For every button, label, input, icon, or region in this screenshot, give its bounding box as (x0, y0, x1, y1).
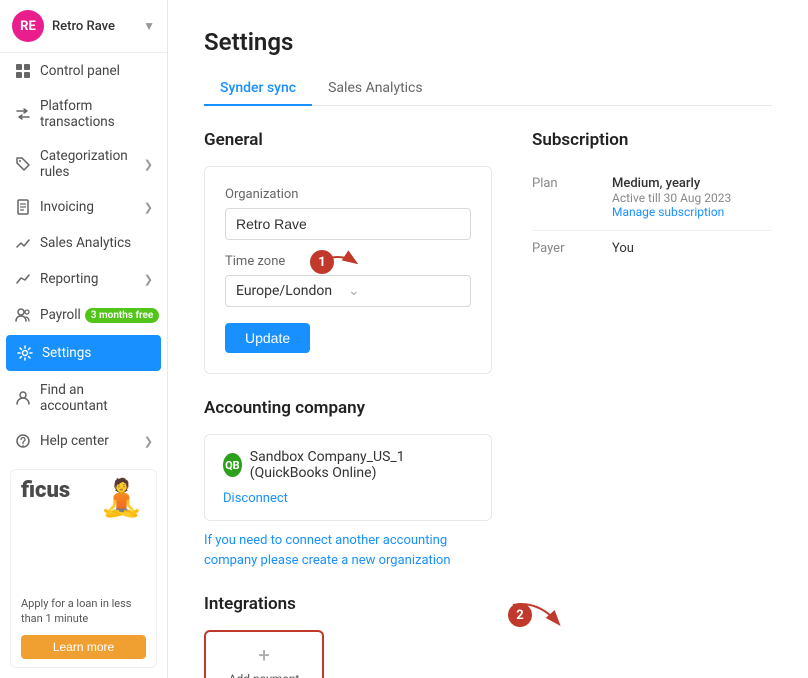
manage-subscription-link[interactable]: Manage subscription (612, 205, 724, 219)
disconnect-link[interactable]: Disconnect (223, 491, 288, 506)
chevron-right-icon: ❯ (144, 201, 153, 214)
accounting-info-text: If you need to connect another accountin… (204, 531, 492, 570)
receipt-icon (14, 198, 32, 216)
subscription-payer-row: Payer You (532, 231, 772, 266)
sidebar-item-label: Platform transactions (40, 98, 153, 130)
company-name: Retro Rave (52, 19, 143, 34)
company-name: Sandbox Company_US_1 (QuickBooks Online) (250, 449, 473, 481)
sidebar-item-label: Reporting (40, 271, 144, 287)
chevron-right-icon: ❯ (144, 158, 153, 171)
content-row: General Organization Time zone Europe/Lo… (204, 130, 772, 678)
add-platform-label: Add payment platform (206, 671, 322, 678)
sidebar-item-label: Find an accountant (40, 382, 153, 414)
tab-sales-analytics[interactable]: Sales Analytics (312, 72, 439, 106)
accounting-company-row: QB Sandbox Company_US_1 (QuickBooks Onli… (223, 449, 473, 481)
tag-icon (14, 155, 32, 173)
sidebar-item-categorization-rules[interactable]: Categorization rules ❯ (0, 139, 167, 189)
sidebar: RE Retro Rave ▼ Control panel Platform t… (0, 0, 168, 678)
timezone-select[interactable]: Europe/London ⌄ (225, 275, 471, 307)
sidebar-item-sales-analytics[interactable]: Sales Analytics (0, 225, 167, 261)
content-right: Subscription Plan Medium, yearly Active … (532, 130, 772, 678)
page-title: Settings (204, 28, 772, 56)
sidebar-item-platform-transactions[interactable]: Platform transactions (0, 89, 167, 139)
chevron-right-icon: ❯ (144, 435, 153, 448)
timezone-value: Europe/London (236, 283, 348, 299)
company-header[interactable]: RE Retro Rave ▼ (0, 0, 167, 53)
plan-date: Active till 30 Aug 2023 (612, 191, 772, 205)
sidebar-item-control-panel[interactable]: Control panel (0, 53, 167, 89)
sidebar-item-label: Settings (42, 345, 151, 361)
sidebar-item-label: Help center (40, 433, 144, 449)
chevron-down-icon: ⌄ (348, 283, 460, 299)
person-icon (14, 389, 32, 407)
subscription-section: Plan Medium, yearly Active till 30 Aug 2… (532, 166, 772, 266)
accounting-title: Accounting company (204, 398, 492, 418)
exchange-icon (14, 105, 32, 123)
integrations-section: Integrations + Add payment platform (204, 594, 492, 678)
payer-label: Payer (532, 241, 612, 256)
step-2-circle: 2 (508, 603, 532, 627)
step-1-circle: 1 (310, 250, 334, 274)
learn-more-button[interactable]: Learn more (21, 635, 146, 659)
general-title: General (204, 130, 492, 150)
content-left: General Organization Time zone Europe/Lo… (204, 130, 492, 678)
sidebar-item-invoicing[interactable]: Invoicing ❯ (0, 189, 167, 225)
quickbooks-icon: QB (223, 453, 242, 477)
grid-icon (14, 62, 32, 80)
plan-value: Medium, yearly Active till 30 Aug 2023 M… (612, 176, 772, 220)
promo-card: ficus 🧘 Apply for a loan in less than 1 … (10, 469, 157, 668)
plan-name: Medium, yearly (612, 176, 772, 191)
plan-label: Plan (532, 176, 612, 220)
sidebar-item-label: Sales Analytics (40, 235, 153, 251)
avatar: RE (12, 10, 44, 42)
subscription-title: Subscription (532, 130, 772, 150)
accounting-box: QB Sandbox Company_US_1 (QuickBooks Onli… (204, 434, 492, 521)
sidebar-item-payroll[interactable]: Payroll 3 months free (0, 297, 167, 333)
add-payment-platform-button[interactable]: + Add payment platform (204, 630, 324, 678)
sidebar-item-label: Control panel (40, 63, 153, 79)
sidebar-item-help-center[interactable]: Help center ❯ (0, 423, 167, 459)
org-input[interactable] (225, 208, 471, 240)
payroll-badge: 3 months free (85, 308, 160, 323)
chevron-right-icon: ❯ (144, 273, 153, 286)
promo-text: Apply for a loan in less than 1 minute (21, 596, 146, 627)
org-label: Organization (225, 187, 471, 202)
integrations-title: Integrations (204, 594, 492, 614)
main-content: Settings Synder sync Sales Analytics Gen… (168, 0, 808, 678)
help-icon (14, 432, 32, 450)
sidebar-item-reporting[interactable]: Reporting ❯ (0, 261, 167, 297)
update-button[interactable]: Update (225, 323, 310, 353)
trending-icon (14, 270, 32, 288)
subscription-plan-row: Plan Medium, yearly Active till 30 Aug 2… (532, 166, 772, 231)
chart-icon (14, 234, 32, 252)
gear-icon (16, 344, 34, 362)
sidebar-item-label: Invoicing (40, 199, 144, 215)
sidebar-item-label: Payroll (40, 307, 81, 323)
annotation-1: 1 (310, 247, 360, 277)
payer-value: You (612, 241, 772, 256)
sidebar-item-label: Categorization rules (40, 148, 144, 180)
sidebar-item-find-accountant[interactable]: Find an accountant (0, 373, 167, 423)
sidebar-item-settings[interactable]: Settings (6, 335, 161, 371)
users-icon (14, 306, 32, 324)
chevron-down-icon: ▼ (143, 19, 155, 33)
plus-icon: + (258, 645, 269, 665)
promo-illustration: 🧘 (99, 480, 144, 516)
accounting-section: Accounting company QB Sandbox Company_US… (204, 398, 492, 570)
annotation-2: 2 (508, 595, 568, 635)
main-wrapper: 1 2 Settings Synder sync Sales Analytics… (168, 0, 808, 678)
tab-synder-sync[interactable]: Synder sync (204, 72, 312, 106)
tabs-bar: Synder sync Sales Analytics (204, 72, 772, 106)
